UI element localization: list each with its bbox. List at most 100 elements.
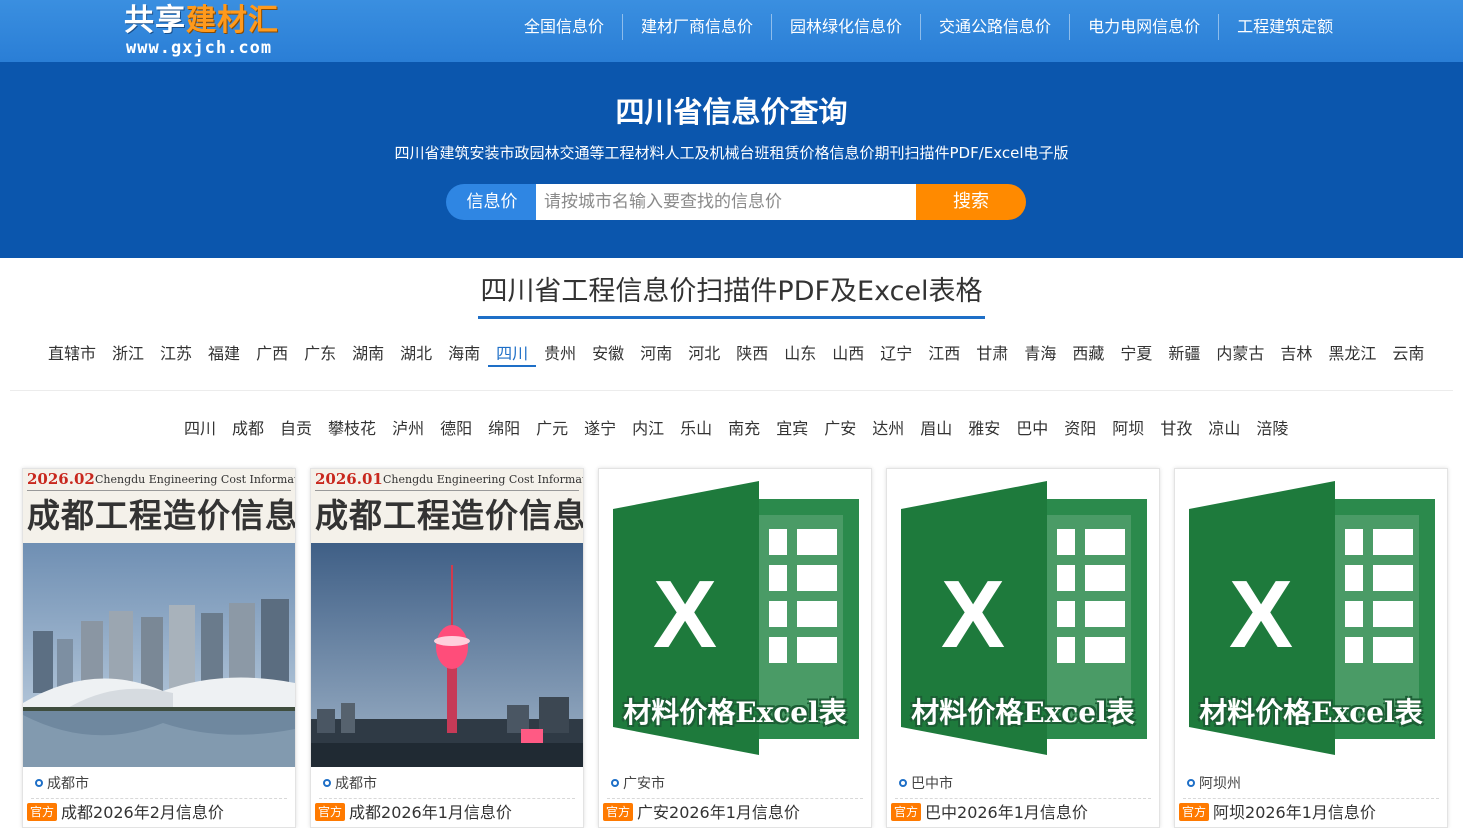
province-tab[interactable]: 安徽: [584, 341, 632, 367]
nav-highway-price[interactable]: 交通公路信息价: [920, 14, 1069, 40]
card-title[interactable]: 官方 巴中2026年1月信息价: [891, 802, 1088, 824]
city-tab[interactable]: 甘孜: [1152, 416, 1200, 442]
excel-cover: X 材料价格Excel表: [887, 469, 1159, 767]
province-tab[interactable]: 湖北: [392, 341, 440, 367]
search-input[interactable]: [536, 184, 918, 220]
province-tab[interactable]: 广西: [248, 341, 296, 367]
city-tab[interactable]: 遂宁: [576, 416, 624, 442]
city-tab[interactable]: 凉山: [1200, 416, 1248, 442]
city-tab[interactable]: 乐山: [672, 416, 720, 442]
province-tab[interactable]: 新疆: [1160, 341, 1208, 367]
nav-national-price[interactable]: 全国信息价: [506, 14, 622, 40]
excel-cover-label: 材料价格Excel表: [911, 696, 1135, 729]
card-title[interactable]: 官方 成都2026年2月信息价: [27, 802, 224, 824]
city-tab[interactable]: 阿坝: [1104, 416, 1152, 442]
province-tab[interactable]: 江苏: [152, 341, 200, 367]
province-tab[interactable]: 四川: [488, 341, 537, 367]
magazine-cover: 2026.01 Chengdu Engineering Cost Informa…: [311, 469, 583, 767]
city-tab[interactable]: 眉山: [912, 416, 960, 442]
card-title[interactable]: 官方 广安2026年1月信息价: [603, 802, 800, 824]
magazine-english-title: Chengdu Engineering Cost Information: [95, 473, 295, 486]
city-tab[interactable]: 泸州: [384, 416, 432, 442]
official-badge: 官方: [1179, 803, 1210, 821]
province-tab[interactable]: 广东: [296, 341, 344, 367]
province-tab[interactable]: 西藏: [1064, 341, 1112, 367]
location-dot-icon: [323, 779, 331, 787]
city-tab[interactable]: 宜宾: [768, 416, 816, 442]
magazine-cover: 2026.02 Chengdu Engineering Cost Informa…: [23, 469, 295, 767]
province-tab[interactable]: 河北: [680, 341, 728, 367]
city-tab[interactable]: 四川: [176, 416, 224, 442]
province-tab[interactable]: 吉林: [1272, 341, 1320, 367]
province-tab[interactable]: 湖南: [344, 341, 392, 367]
magazine-header: 2026.01 Chengdu Engineering Cost Informa…: [311, 469, 583, 543]
card-location: 广安市: [611, 774, 665, 794]
province-tab[interactable]: 青海: [1016, 341, 1064, 367]
province-tab[interactable]: 河南: [632, 341, 680, 367]
province-tab[interactable]: 江西: [920, 341, 968, 367]
province-tab[interactable]: 云南: [1384, 341, 1432, 367]
price-card[interactable]: X 材料价格Excel表 广安市 官方 广安2026年1月信息价: [598, 468, 872, 828]
province-tab[interactable]: 福建: [200, 341, 248, 367]
price-card[interactable]: 2026.01 Chengdu Engineering Cost Informa…: [310, 468, 584, 828]
card-location-label: 阿坝州: [1199, 776, 1241, 792]
city-tab[interactable]: 广安: [816, 416, 864, 442]
city-tab[interactable]: 资阳: [1056, 416, 1104, 442]
province-tab[interactable]: 山东: [776, 341, 824, 367]
card-title[interactable]: 官方 成都2026年1月信息价: [315, 802, 512, 824]
card-location-label: 广安市: [623, 776, 665, 792]
nav-construction-quota[interactable]: 工程建筑定额: [1218, 14, 1351, 40]
province-tab[interactable]: 黑龙江: [1320, 341, 1384, 367]
province-tab[interactable]: 浙江: [104, 341, 152, 367]
city-tab[interactable]: 内江: [624, 416, 672, 442]
city-tab[interactable]: 巴中: [1008, 416, 1056, 442]
official-badge: 官方: [27, 803, 58, 821]
province-tab[interactable]: 宁夏: [1112, 341, 1160, 367]
nav-manufacturer-price[interactable]: 建材厂商信息价: [622, 14, 771, 40]
price-card[interactable]: X 材料价格Excel表 阿坝州 官方 阿坝2026年1月信息价: [1174, 468, 1448, 828]
excel-cover-label: 材料价格Excel表: [623, 696, 847, 729]
city-tab[interactable]: 达州: [864, 416, 912, 442]
province-tab[interactable]: 海南: [440, 341, 488, 367]
site-logo[interactable]: 共享建材汇 www.gxjch.com: [124, 2, 304, 60]
location-dot-icon: [611, 779, 619, 787]
location-dot-icon: [35, 779, 43, 787]
card-title-text: 阿坝2026年1月信息价: [1213, 803, 1376, 822]
svg-text:X: X: [1229, 561, 1293, 668]
price-card[interactable]: X 材料价格Excel表 巴中市 官方 巴中2026年1月信息价: [886, 468, 1160, 828]
card-title[interactable]: 官方 阿坝2026年1月信息价: [1179, 802, 1376, 824]
city-tab[interactable]: 德阳: [432, 416, 480, 442]
official-badge: 官方: [603, 803, 634, 821]
excel-cover: X 材料价格Excel表: [599, 469, 871, 767]
province-tab[interactable]: 辽宁: [872, 341, 920, 367]
city-tab[interactable]: 绵阳: [480, 416, 528, 442]
price-card[interactable]: 2026.02 Chengdu Engineering Cost Informa…: [22, 468, 296, 828]
province-tab[interactable]: 陕西: [728, 341, 776, 367]
card-title-text: 巴中2026年1月信息价: [925, 803, 1088, 822]
province-tab[interactable]: 贵州: [536, 341, 584, 367]
province-tab[interactable]: 甘肃: [968, 341, 1016, 367]
card-location: 成都市: [323, 774, 377, 794]
card-divider: [895, 798, 1151, 799]
province-tab[interactable]: 山西: [824, 341, 872, 367]
city-tab[interactable]: 成都: [224, 416, 272, 442]
city-tab[interactable]: 自贡: [272, 416, 320, 442]
city-tab[interactable]: 广元: [528, 416, 576, 442]
city-tab[interactable]: 雅安: [960, 416, 1008, 442]
province-tabs: 直辖市 浙江 江苏 福建 广西 广东 湖南 湖北 海南 四川 贵州 安徽 河南 河北 陕西 山东 山西 辽宁 江西甘…: [40, 341, 1432, 367]
svg-text:X: X: [941, 561, 1005, 668]
city-tab[interactable]: 南充: [720, 416, 768, 442]
official-badge: 官方: [891, 803, 922, 821]
nav-power-grid-price[interactable]: 电力电网信息价: [1069, 14, 1218, 40]
nav-landscape-price[interactable]: 园林绿化信息价: [771, 14, 920, 40]
search-category-tag[interactable]: 信息价: [446, 184, 538, 220]
excel-cover: X 材料价格Excel表: [1175, 469, 1447, 767]
province-tab[interactable]: 直辖市: [40, 341, 104, 367]
card-divider: [1183, 798, 1439, 799]
page-title: 四川省信息价查询: [615, 95, 848, 129]
city-tab[interactable]: 攀枝花: [320, 416, 384, 442]
card-location-label: 成都市: [335, 776, 377, 792]
search-button[interactable]: 搜索: [916, 184, 1026, 220]
city-tab[interactable]: 涪陵: [1248, 416, 1296, 442]
province-tab[interactable]: 内蒙古: [1208, 341, 1272, 367]
